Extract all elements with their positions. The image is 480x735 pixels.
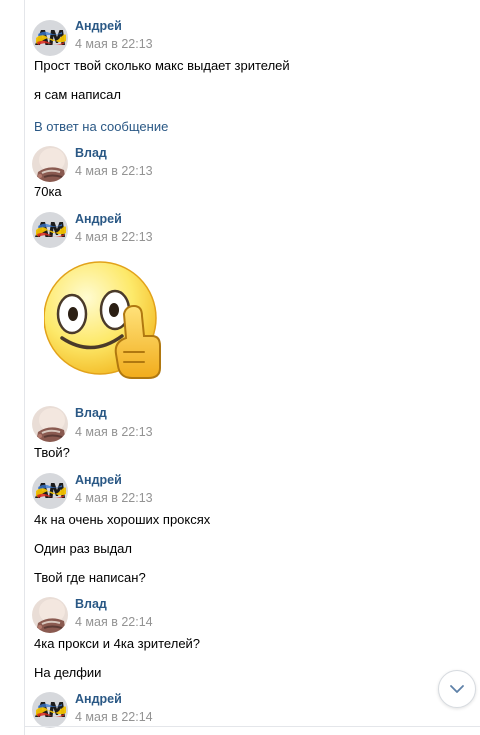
- message-text: Твой?: [34, 445, 70, 460]
- conversation-bottom-divider: [24, 726, 480, 727]
- message-text: я сам написал: [34, 87, 121, 102]
- author-name[interactable]: Влад: [75, 406, 107, 421]
- message-timestamp[interactable]: 4 мая в 22:14: [75, 615, 153, 630]
- message-timestamp[interactable]: 4 мая в 22:13: [75, 425, 153, 440]
- message-timestamp[interactable]: 4 мая в 22:13: [75, 37, 153, 52]
- vlad-avatar-icon[interactable]: [32, 406, 68, 442]
- author-name[interactable]: Андрей: [75, 212, 122, 227]
- chevron-down-icon: [450, 685, 464, 693]
- thumbs-up-smiley-sticker: [43, 256, 166, 386]
- author-name[interactable]: Андрей: [75, 692, 122, 707]
- conversation-left-divider: [24, 0, 25, 735]
- andrey-avatar-icon[interactable]: [32, 212, 68, 248]
- message-timestamp[interactable]: 4 мая в 22:13: [75, 230, 153, 245]
- andrey-avatar-icon[interactable]: [32, 20, 68, 56]
- author-name[interactable]: Влад: [75, 597, 107, 612]
- message-text: На делфии: [34, 665, 102, 680]
- message-text: Один раз выдал: [34, 541, 133, 556]
- andrey-avatar-icon[interactable]: [32, 692, 68, 728]
- andrey-avatar-icon[interactable]: [32, 473, 68, 509]
- message-timestamp[interactable]: 4 мая в 22:13: [75, 164, 153, 179]
- scroll-to-bottom-button[interactable]: [438, 670, 476, 708]
- author-name[interactable]: Андрей: [75, 473, 122, 488]
- message-timestamp[interactable]: 4 мая в 22:14: [75, 710, 153, 725]
- message-text: Прост твой сколько макс выдает зрителей: [34, 58, 290, 73]
- message-text: Твой где написан?: [34, 570, 146, 585]
- message-text: 4ка прокси и 4ка зрителей?: [34, 636, 201, 651]
- vlad-avatar-icon[interactable]: [32, 146, 68, 182]
- author-name[interactable]: Андрей: [75, 19, 122, 34]
- message-text: 70ка: [34, 184, 62, 199]
- author-name[interactable]: Влад: [75, 146, 107, 161]
- message-timestamp[interactable]: 4 мая в 22:13: [75, 491, 153, 506]
- reply-to-message-link[interactable]: В ответ на сообщение: [34, 118, 168, 135]
- message-text: 4к на очень хороших проксях: [34, 512, 211, 527]
- vlad-avatar-icon[interactable]: [32, 597, 68, 633]
